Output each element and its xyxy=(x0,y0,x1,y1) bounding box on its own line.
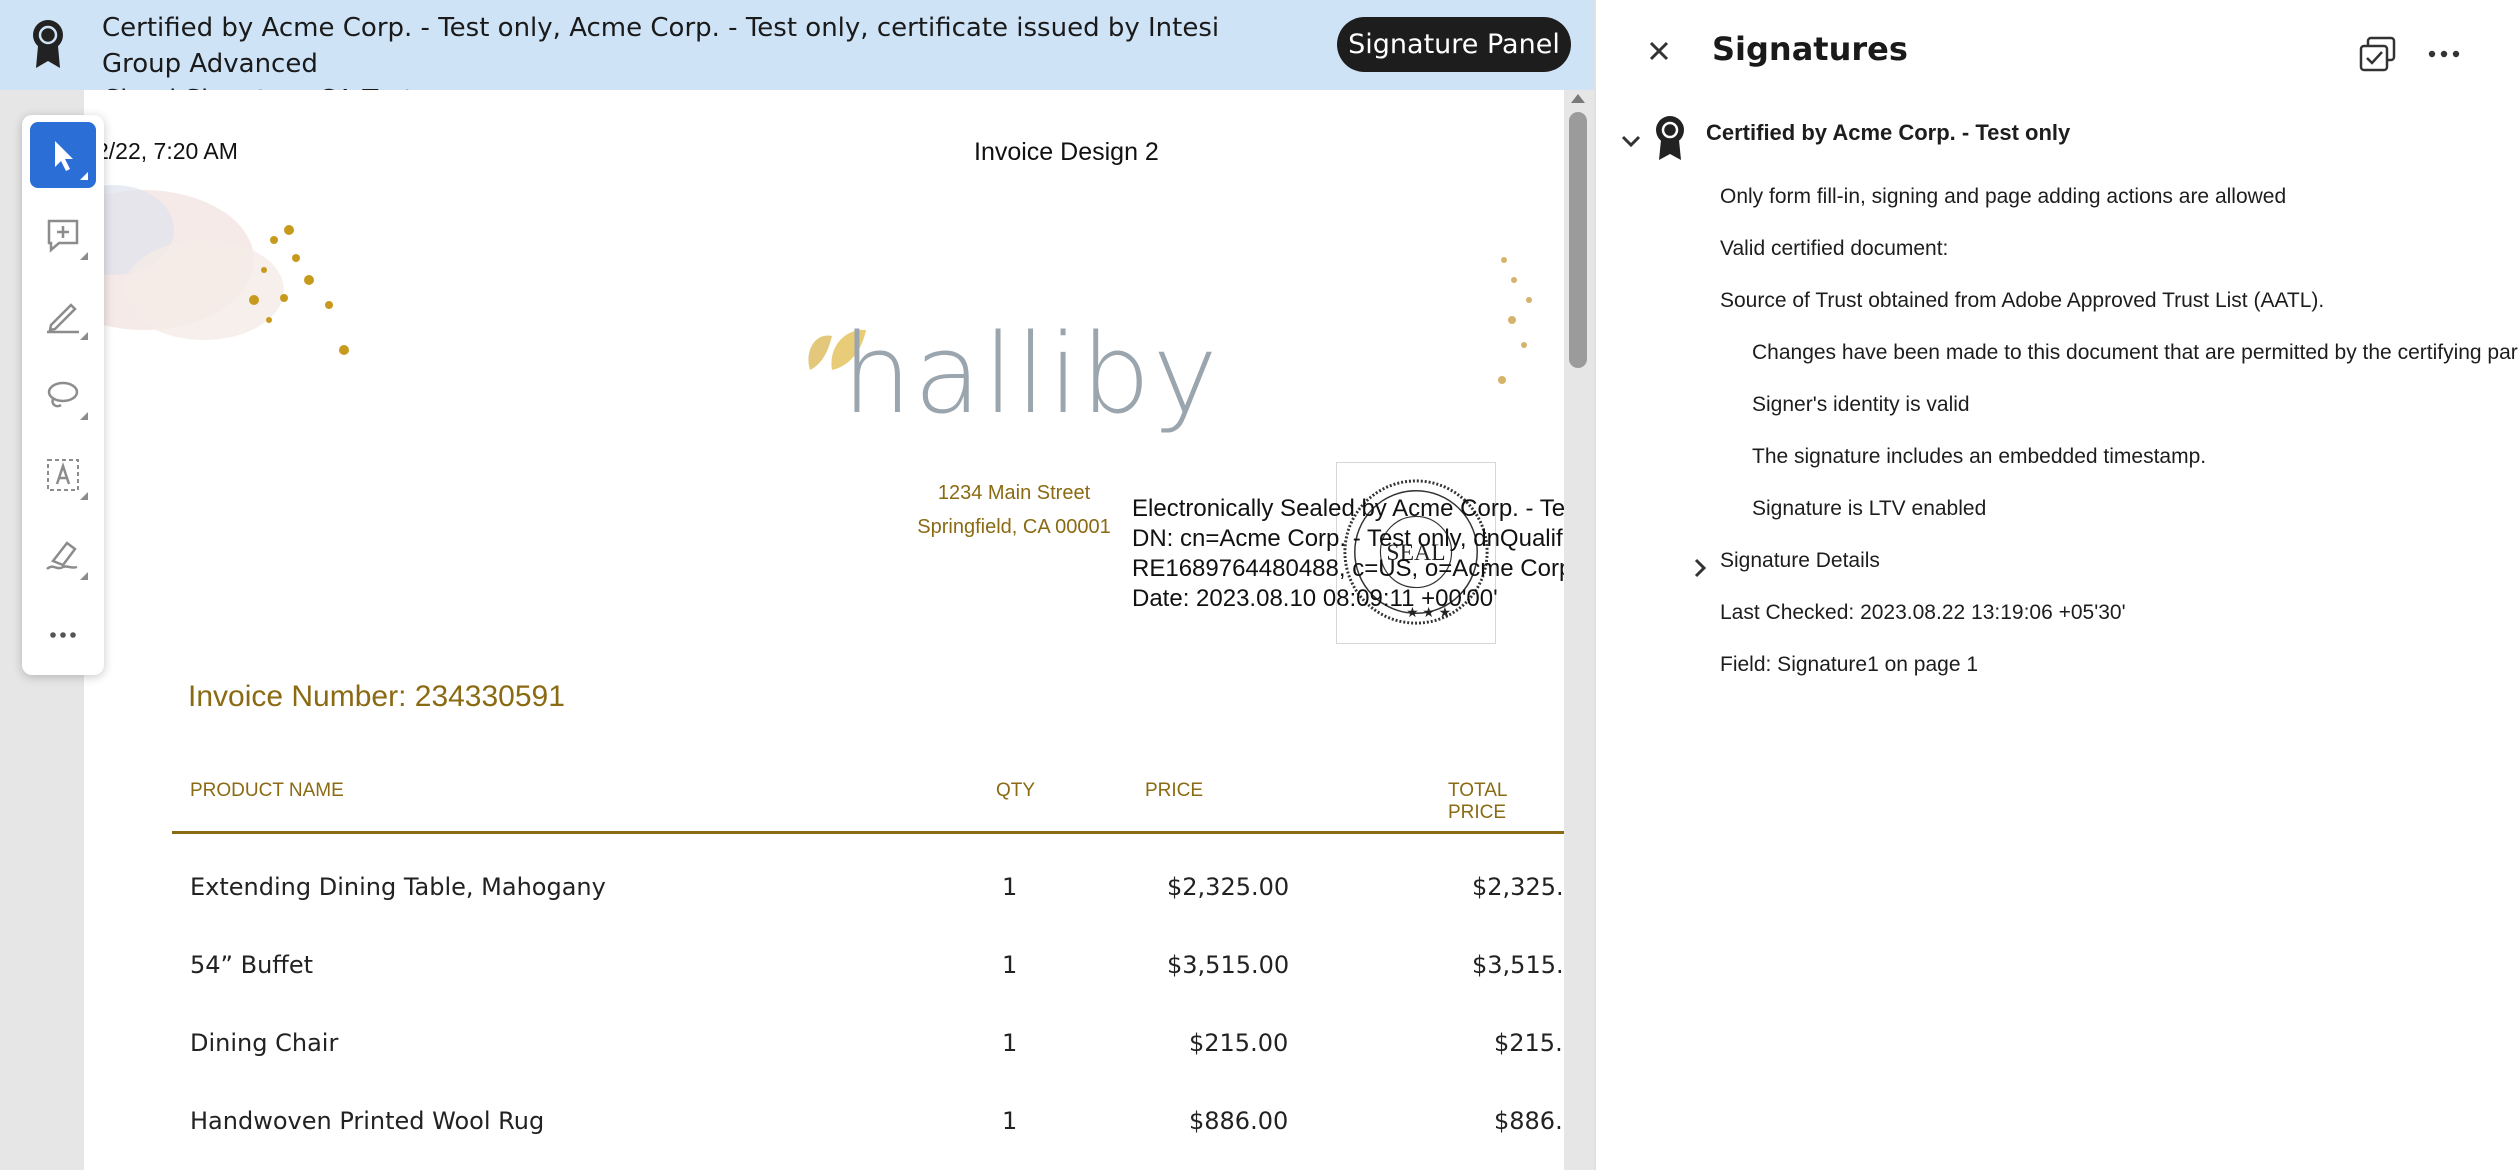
highlight-tool-button[interactable] xyxy=(30,282,96,348)
select-tool-button[interactable] xyxy=(30,122,96,188)
tool-flyout-indicator xyxy=(80,572,88,580)
qty-cell: 1 xyxy=(1002,873,1018,901)
invoice-number: Invoice Number: 234330591 xyxy=(188,680,565,714)
signature-field-text: Field: Signature1 on page 1 xyxy=(1720,653,1979,676)
signature-status-line: Signature is LTV enabled xyxy=(1752,497,1987,520)
pencil-icon xyxy=(47,303,79,334)
table-header-divider xyxy=(172,831,1564,834)
table-row: 54” Buffet 1 $3,515.00 $3,515.0 xyxy=(84,951,1564,1029)
chevron-right-icon[interactable] xyxy=(1688,555,1712,581)
seal-line-2: DN: cn=Acme Corp. - Test only, dnQualifi… xyxy=(1132,525,1564,552)
total-price-cell: $2,325.0 xyxy=(1472,873,1564,901)
address-line-2: Springfield, CA 00001 xyxy=(917,516,1111,538)
close-icon[interactable] xyxy=(1644,36,1674,66)
product-name-cell: Handwoven Printed Wool Rug xyxy=(190,1107,545,1135)
tool-flyout-indicator xyxy=(80,492,88,500)
page-header-date: 2/22, 7:20 AM xyxy=(96,138,238,164)
qty-cell: 1 xyxy=(1002,1107,1018,1135)
last-checked-text: Last Checked: 2023.08.22 13:19:06 +05'30… xyxy=(1720,601,2126,624)
signature-status-line: The signature includes an embedded times… xyxy=(1752,445,2207,468)
company-logo: halliby xyxy=(802,310,1222,440)
text-box-icon xyxy=(47,459,79,491)
draw-tool-button[interactable] xyxy=(30,362,96,428)
signature-status-line: Changes have been made to this document … xyxy=(1752,341,2518,364)
cursor-arrow-icon xyxy=(55,141,73,171)
table-row: Extending Dining Table, Mahogany 1 $2,32… xyxy=(84,873,1564,951)
total-price-cell: $215.0 xyxy=(1494,1029,1564,1057)
chevron-down-icon[interactable] xyxy=(1618,128,1644,154)
seal-line-4: Date: 2023.08.10 08:09:11 +00'00' xyxy=(1132,585,1498,612)
panel-title: Signatures xyxy=(1712,30,1908,68)
qty-cell: 1 xyxy=(1002,1029,1018,1057)
gold-confetti-decoration xyxy=(249,225,349,355)
page-header-title: Invoice Design 2 xyxy=(974,138,1159,166)
invoice-number-label: Invoice Number: 234330591 xyxy=(188,680,565,713)
signatures-panel: Signatures Certified by Acme Corp. - Tes… xyxy=(1594,0,2518,1170)
ellipsis-icon xyxy=(50,632,76,638)
qty-cell: 1 xyxy=(1002,951,1018,979)
signature-status-line: Signer's identity is valid xyxy=(1752,393,1970,416)
product-name-cell: Dining Chair xyxy=(190,1029,339,1057)
signature-panel-button[interactable]: Signature Panel xyxy=(1337,17,1571,72)
signature-status-line: Source of Trust obtained from Adobe Appr… xyxy=(1720,289,2325,312)
scrollbar-thumb[interactable] xyxy=(1569,112,1587,368)
tool-flyout-indicator xyxy=(80,252,88,260)
column-header-price: PRICE xyxy=(1145,780,1204,801)
quick-tools-toolbar xyxy=(22,115,104,675)
validate-all-signatures-icon[interactable] xyxy=(2356,32,2400,76)
signature-status-line: Only form fill-in, signing and page addi… xyxy=(1720,185,2287,208)
certificate-ribbon-icon xyxy=(1656,116,1684,160)
table-row: Dining Chair 1 $215.00 $215.0 xyxy=(84,1029,1564,1107)
certification-banner: Certified by Acme Corp. - Test only, Acm… xyxy=(0,0,1594,115)
signature-entry-title[interactable]: Certified by Acme Corp. - Test only xyxy=(1706,120,2070,146)
signature-details-toggle[interactable]: Signature Details xyxy=(1720,549,1880,573)
more-options-icon[interactable] xyxy=(2424,36,2464,72)
add-comment-tool-button[interactable] xyxy=(30,202,96,268)
pen-sign-icon xyxy=(46,541,78,570)
address-line-1: 1234 Main Street xyxy=(937,482,1091,504)
column-header-total-price: TOTAL PRICE xyxy=(1448,780,1507,823)
certificate-ribbon-icon xyxy=(33,20,63,68)
sign-tool-button[interactable] xyxy=(30,522,96,588)
logo-wordmark: halliby xyxy=(842,310,1220,438)
total-price-cell: $3,515.0 xyxy=(1472,951,1564,979)
price-cell: $886.00 xyxy=(1189,1107,1289,1135)
seal-line-3: RE1689764480488, c=US, o=Acme Corp. - T xyxy=(1132,555,1564,582)
product-name-cell: Extending Dining Table, Mahogany xyxy=(190,873,606,901)
document-scrollbar[interactable] xyxy=(1564,90,1594,1170)
scroll-up-arrow-icon[interactable] xyxy=(1571,94,1585,103)
tool-flyout-indicator xyxy=(80,332,88,340)
document-viewer: Certified by Acme Corp. - Test only, Acm… xyxy=(0,0,1594,1170)
total-price-cell: $886.0 xyxy=(1494,1107,1564,1135)
column-header-qty: QTY xyxy=(996,780,1036,801)
more-tools-button[interactable] xyxy=(30,602,96,668)
electronic-seal-info[interactable]: Electronically Sealed by Acme Corp. - Te… xyxy=(1132,495,1564,615)
text-box-tool-button[interactable] xyxy=(30,442,96,508)
certification-message-line1: Certified by Acme Corp. - Test only, Acm… xyxy=(102,13,1220,79)
signature-status-line: Valid certified document: xyxy=(1720,237,1949,260)
price-cell: $2,325.00 xyxy=(1167,873,1290,901)
tool-flyout-indicator xyxy=(80,172,88,180)
comment-plus-icon xyxy=(47,219,79,253)
column-header-product-name: PRODUCT NAME xyxy=(190,780,344,801)
seal-line-1: Electronically Sealed by Acme Corp. - Te… xyxy=(1132,495,1564,522)
price-cell: $215.00 xyxy=(1189,1029,1289,1057)
tool-flyout-indicator xyxy=(80,412,88,420)
gold-confetti-decoration-right xyxy=(1498,257,1532,384)
lasso-icon xyxy=(47,381,79,408)
pdf-page: 2/22, 7:20 AM Invoice Design 2 halliby 1… xyxy=(84,90,1564,1170)
product-name-cell: 54” Buffet xyxy=(190,951,313,979)
price-cell: $3,515.00 xyxy=(1167,951,1290,979)
table-row: Handwoven Printed Wool Rug 1 $886.00 $88… xyxy=(84,1107,1564,1170)
